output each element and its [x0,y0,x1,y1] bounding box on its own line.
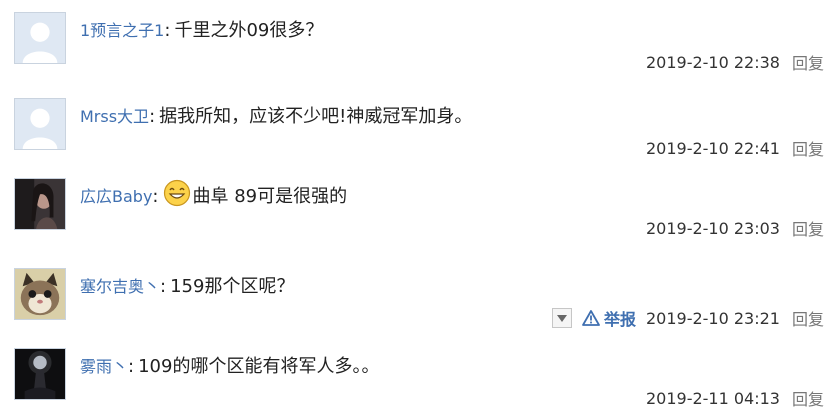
comment-username[interactable]: Mrss大卫 [80,104,149,130]
comment-username[interactable]: 1预言之子1 [80,18,164,44]
colon-separator: : [152,186,159,207]
comment-username[interactable]: 塞尔吉奥丶 [80,274,160,300]
comment-body: 塞尔吉奥丶 : 159那个区呢？ [80,274,294,300]
comment-list: 1预言之子1 : 千里之外09很多？ 2019-2-10 22:38 回复 Mr… [0,0,840,420]
comment-text: 曲阜 89可是很强的 [192,186,348,207]
colon-separator: : [149,106,156,127]
comment-timestamp: 2019-2-10 23:03 [645,218,780,238]
smile-emoji-icon [163,179,190,207]
report-label: 举报 [603,310,636,329]
user-photo-avatar-icon [15,179,65,229]
reply-link[interactable]: 回复 [792,306,824,330]
comment-username[interactable]: 広広Baby [80,184,152,210]
reply-link[interactable]: 回复 [792,386,824,410]
comment-body: 雾雨丶 : 109的哪个区能有将军人多。。 [80,354,379,380]
reply-link[interactable]: 回复 [792,136,824,160]
colon-separator: : [160,276,167,297]
comment-item: 雾雨丶 : 109的哪个区能有将军人多。。 2019-2-11 04:13 回复 [0,336,840,416]
comment-meta: 2019-2-10 23:03 回复 [646,216,824,240]
comment-meta: 举报 2019-2-10 23:21 回复 [551,306,824,330]
comment-item: 広広Baby : 曲阜 89可是很强的 2019-2-10 23:03 回复 [0,166,840,246]
comment-text: 据我所知，应该不少吧!神威冠军加身。 [159,106,473,127]
avatar[interactable] [14,268,66,320]
avatar[interactable] [14,348,66,400]
comment-item: 1预言之子1 : 千里之外09很多？ 2019-2-10 22:38 回复 [0,0,840,80]
comment-text: 159那个区呢？ [170,276,295,297]
default-user-icon [15,99,65,149]
comment-meta: 2019-2-10 22:38 回复 [646,50,824,74]
comment-text: 千里之外09很多？ [174,20,324,41]
colon-separator: : [164,20,171,41]
avatar[interactable] [14,178,66,230]
comment-item: Mrss大卫 : 据我所知，应该不少吧!神威冠军加身。 2019-2-10 22… [0,86,840,166]
more-options-dropdown[interactable] [551,308,572,328]
default-user-icon [15,13,65,63]
avatar[interactable] [14,12,66,64]
comment-timestamp: 2019-2-10 22:38 [645,52,780,72]
warning-triangle-icon [582,310,600,326]
dark-silhouette-avatar-icon [15,349,65,399]
comment-meta: 2019-2-11 04:13 回复 [646,386,824,410]
comment-timestamp: 2019-2-11 04:13 [645,388,780,408]
comment-text: 109的哪个区能有将军人多。。 [138,356,380,377]
comment-body: Mrss大卫 : 据我所知，应该不少吧!神威冠军加身。 [80,104,472,130]
comment-body: 1预言之子1 : 千里之外09很多？ [80,18,323,44]
reply-link[interactable]: 回复 [792,50,824,74]
comment-meta: 2019-2-10 22:41 回复 [646,136,824,160]
chevron-down-icon [556,314,567,322]
avatar[interactable] [14,98,66,150]
comment-timestamp: 2019-2-10 22:41 [645,138,780,158]
colon-separator: : [128,356,135,377]
comment-item: 塞尔吉奥丶 : 159那个区呢？ 举报 2019-2-10 23:21 回复 [0,256,840,336]
reply-link[interactable]: 回复 [792,216,824,240]
comment-username[interactable]: 雾雨丶 [80,354,128,380]
cat-avatar-icon [15,269,65,319]
report-button[interactable]: 举报 [582,306,636,330]
comment-timestamp: 2019-2-10 23:21 [645,308,780,328]
comment-body: 広広Baby : 曲阜 89可是很强的 [80,179,348,210]
